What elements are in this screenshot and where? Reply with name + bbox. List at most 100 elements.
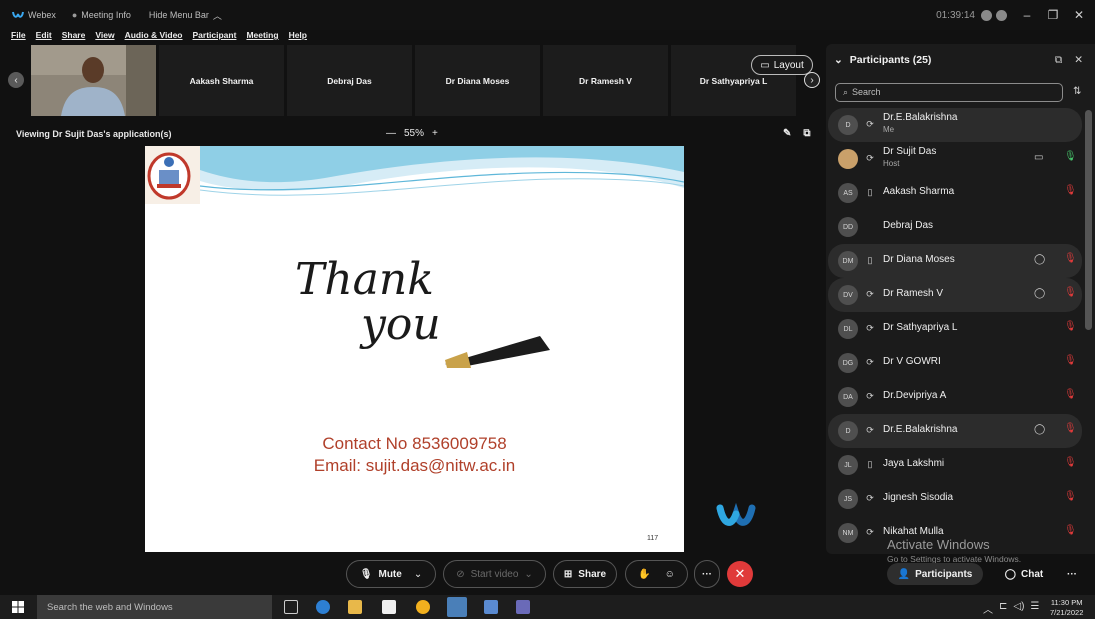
panel-scrollbar[interactable] — [1085, 110, 1092, 330]
panel-header-icons: ⧉ ✕ — [1055, 54, 1083, 67]
restore-icon[interactable]: ❐ — [1047, 8, 1059, 22]
menu-view[interactable]: View — [95, 30, 114, 44]
microphone-muted-icon[interactable]: 🎙 — [1064, 423, 1077, 434]
you-text: you — [361, 299, 441, 350]
webex-taskbar-icon[interactable] — [447, 597, 467, 617]
menu-participant[interactable]: Participant — [193, 30, 237, 44]
sort-icon[interactable]: ⇅ — [1073, 86, 1081, 97]
microphone-muted-icon[interactable]: 🎙 — [1064, 253, 1077, 264]
raise-hand-icon[interactable]: ✋ — [638, 569, 650, 580]
chrome-icon[interactable] — [416, 600, 430, 614]
participant-row[interactable]: D ⟳ Dr.E.Balakrishna Me — [828, 108, 1082, 142]
video-camera-icon[interactable]: ▭ — [1034, 152, 1043, 163]
chevron-down-icon[interactable]: ⌄ — [524, 569, 532, 580]
network-icon[interactable]: ⊏ — [999, 601, 1007, 616]
strip-tile[interactable]: Debraj Das — [287, 45, 412, 116]
participant-row[interactable]: JL ▯ Jaya Lakshmi 🎙 — [828, 448, 1082, 482]
menu-edit[interactable]: Edit — [36, 30, 52, 44]
chat-bubble-icon[interactable]: ◯ — [1034, 288, 1045, 299]
microphone-muted-icon[interactable]: 🎙 — [1064, 389, 1077, 400]
chevron-up-icon[interactable]: ︿ — [983, 601, 993, 616]
avatar: D — [838, 115, 858, 135]
mute-button[interactable]: 🎙 Mute ⌄ — [346, 560, 436, 588]
participant-row[interactable]: ⟳ Dr Sujit Das Host ▭ 🎙 — [828, 142, 1082, 176]
participants-button[interactable]: 👤 Participants — [887, 563, 983, 585]
strip-prev-button[interactable]: ‹ — [8, 72, 24, 88]
file-explorer-icon[interactable] — [348, 600, 362, 614]
annotate-icon[interactable]: ✎ — [783, 128, 791, 139]
microphone-muted-icon[interactable]: 🎙 — [1064, 355, 1077, 366]
thank-you-script: Thank you — [295, 254, 441, 350]
windows-start-icon[interactable] — [12, 601, 24, 613]
leave-meeting-button[interactable]: ✕ — [727, 561, 753, 587]
avatar — [838, 149, 858, 169]
edge-browser-icon[interactable] — [316, 600, 330, 614]
participant-row[interactable]: DM ▯ Dr Diana Moses ◯ 🎙 — [828, 244, 1082, 278]
microphone-muted-icon[interactable]: 🎙 — [1064, 491, 1077, 502]
participant-row[interactable]: DV ⟳ Dr Ramesh V ◯ 🎙 — [828, 278, 1082, 312]
taskbar-clock[interactable]: 11:30 PM 7/21/2022 — [1050, 598, 1083, 618]
app-icon[interactable] — [516, 600, 530, 614]
participant-name: Dr.E.Balakrishna — [883, 424, 958, 435]
meeting-info-button[interactable]: ● Meeting Info — [72, 10, 131, 20]
reactions-icon[interactable]: ☺ — [665, 569, 675, 580]
strip-tile[interactable]: Dr Ramesh V — [543, 45, 668, 116]
minimize-icon[interactable]: – — [1021, 8, 1033, 22]
chevron-down-icon[interactable]: ⌄ — [414, 569, 422, 580]
video-strip: ‹ Aakash Sharma Debraj Das Dr Diana Mose… — [0, 44, 823, 116]
share-button[interactable]: ⊞ Share — [553, 560, 617, 588]
microphone-on-icon[interactable]: 🎙 — [1064, 151, 1077, 162]
microphone-muted-icon[interactable]: 🎙 — [1064, 321, 1077, 332]
menu-help[interactable]: Help — [289, 30, 307, 44]
participant-row[interactable]: DA ⟳ Dr.Devipriya A 🎙 — [828, 380, 1082, 414]
chat-bubble-icon[interactable]: ◯ — [1034, 424, 1045, 435]
microphone-muted-icon[interactable]: 🎙 — [1064, 185, 1077, 196]
strip-next-button[interactable]: › — [804, 72, 820, 88]
share-tools: ✎ ⧉ — [783, 128, 811, 139]
microphone-muted-icon[interactable]: 🎙 — [1064, 287, 1077, 298]
notification-icon[interactable]: ☰ — [1030, 601, 1039, 616]
hide-menu-bar-button[interactable]: Hide Menu Bar ︿ — [149, 9, 222, 22]
tile-name: Dr Ramesh V — [579, 75, 632, 86]
strip-tile[interactable]: Aakash Sharma — [159, 45, 284, 116]
strip-tile[interactable]: Dr Diana Moses — [415, 45, 540, 116]
participant-row[interactable]: AS ▯ Aakash Sharma 🎙 — [828, 176, 1082, 210]
microphone-muted-icon[interactable]: 🎙 — [1064, 457, 1077, 468]
chat-bubble-icon[interactable]: ◯ — [1034, 254, 1045, 265]
participant-search-input[interactable]: ⌕ Search — [835, 83, 1063, 102]
close-icon[interactable]: ✕ — [1073, 8, 1085, 22]
zoom-in-icon[interactable]: + — [432, 128, 438, 139]
pop-out-icon[interactable]: ⧉ — [803, 128, 810, 139]
participant-row[interactable]: DG ⟳ Dr V GOWRI 🎙 — [828, 346, 1082, 380]
start-video-button[interactable]: ⊘ Start video ⌄ — [443, 560, 546, 588]
participant-row[interactable]: JS ⟳ Jignesh Sisodia 🎙 — [828, 482, 1082, 516]
close-icon[interactable]: ✕ — [1074, 54, 1083, 67]
store-icon[interactable] — [382, 600, 396, 614]
panel-more-button[interactable]: ··· — [1064, 563, 1080, 585]
more-options-button[interactable]: ··· — [694, 560, 720, 588]
self-video-tile[interactable] — [31, 45, 156, 116]
pop-out-icon[interactable]: ⧉ — [1055, 54, 1063, 67]
notes-icon[interactable] — [484, 600, 498, 614]
participant-row[interactable]: DL ⟳ Dr Sathyapriya L 🎙 — [828, 312, 1082, 346]
layout-button[interactable]: ▭ Layout — [751, 55, 813, 75]
menu-share[interactable]: Share — [62, 30, 86, 44]
menu-file[interactable]: File — [11, 30, 26, 44]
settings-icon[interactable] — [981, 9, 992, 21]
chat-button[interactable]: ◯ Chat — [992, 563, 1056, 585]
thank-text: Thank — [295, 254, 434, 305]
taskbar-search-input[interactable]: Search the web and Windows — [37, 595, 272, 619]
menu-audio-video[interactable]: Audio & Video — [125, 30, 183, 44]
zoom-out-icon[interactable]: — — [386, 128, 396, 139]
participant-name: Debraj Das — [883, 220, 934, 231]
participant-row[interactable]: DD Debraj Das — [828, 210, 1082, 244]
menu-meeting[interactable]: Meeting — [246, 30, 278, 44]
panel-title: Participants (25) — [849, 54, 932, 66]
chevron-down-icon[interactable]: ⌄ — [834, 54, 843, 66]
avatar: D — [838, 421, 858, 441]
status-icon[interactable] — [996, 9, 1007, 21]
microphone-muted-icon[interactable]: 🎙 — [1064, 525, 1077, 536]
volume-icon[interactable]: ◁) — [1013, 601, 1024, 616]
task-view-icon[interactable] — [284, 600, 298, 614]
participant-row[interactable]: D ⟳ Dr.E.Balakrishna ◯ 🎙 — [828, 414, 1082, 448]
